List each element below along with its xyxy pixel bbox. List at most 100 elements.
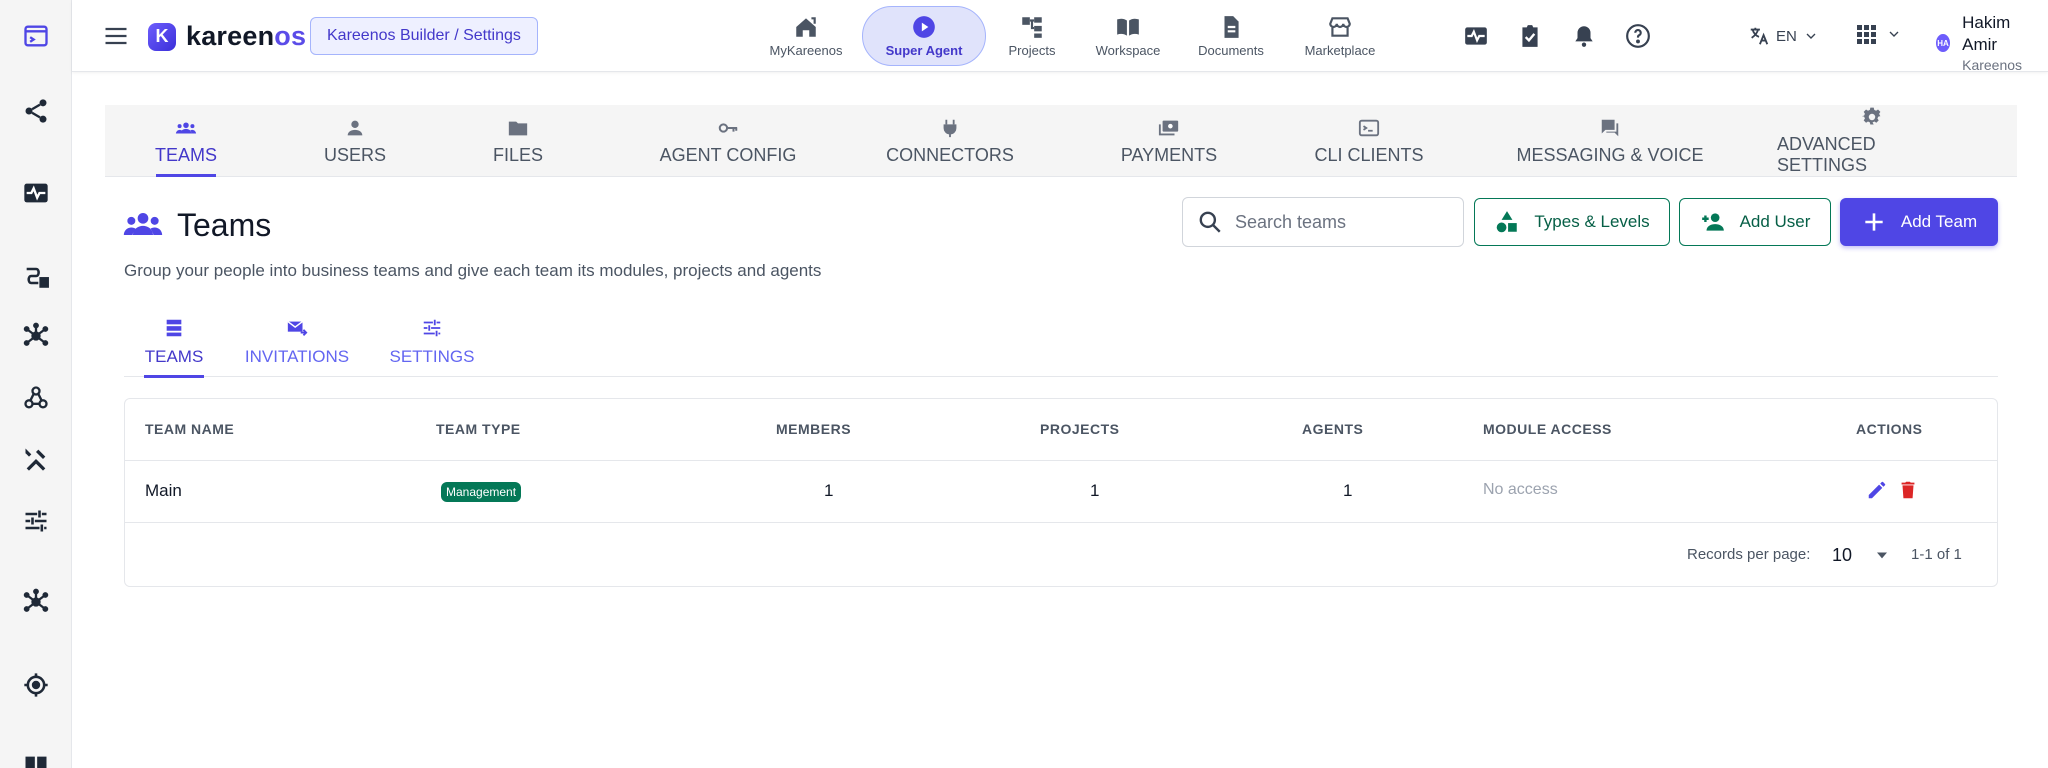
play-circle-icon [913, 16, 935, 38]
nav-label: Marketplace [1304, 43, 1376, 58]
subtab-teams[interactable]: TEAMS [144, 307, 204, 378]
table-header: TEAM NAME TEAM TYPE MEMBERS PROJECTS AGE… [125, 399, 1997, 461]
help-icon[interactable] [1624, 22, 1652, 50]
bell-icon[interactable] [1570, 22, 1598, 50]
network-icon[interactable] [18, 584, 54, 620]
list-icon [166, 319, 182, 337]
terminal-icon [1358, 119, 1380, 136]
left-rail [0, 0, 72, 768]
cell-team-name: Main [145, 481, 182, 500]
col-members[interactable]: MEMBERS [776, 421, 851, 437]
monitor-heart-icon[interactable] [18, 175, 54, 211]
chevron-down-icon [1806, 33, 1816, 39]
nav-projects[interactable]: Projects [992, 6, 1072, 66]
add-user-button[interactable]: Add User [1679, 198, 1831, 246]
translate-icon [1750, 27, 1769, 45]
groups-icon [123, 213, 163, 235]
nav-workspace[interactable]: Workspace [1086, 6, 1170, 66]
col-team-type[interactable]: TEAM TYPE [436, 421, 521, 437]
col-module-access[interactable]: MODULE ACCESS [1483, 421, 1612, 437]
webhook-icon[interactable] [18, 380, 54, 416]
plug-icon [943, 119, 957, 137]
tab-messaging-voice[interactable]: MESSAGING & VOICE [1500, 105, 1720, 177]
nav-label: Super Agent [885, 43, 963, 58]
tab-advanced-settings[interactable]: ADVANCED SETTINGS [1777, 105, 1967, 177]
routing-icon[interactable] [18, 258, 54, 294]
search-input[interactable] [1235, 211, 1435, 233]
tools-icon[interactable] [18, 441, 54, 477]
subtab-invitations[interactable]: INVITATIONS [244, 307, 350, 377]
target-icon[interactable] [18, 667, 54, 703]
storefront-icon [1329, 17, 1351, 37]
page-title-text: Teams [177, 206, 272, 243]
chevron-down-icon [1889, 31, 1899, 37]
subtab-label: SETTINGS [389, 347, 475, 366]
tab-users[interactable]: USERS [320, 105, 390, 177]
user-menu[interactable]: HA Hakim Amir Kareenos [1936, 12, 2048, 74]
shapes-icon [1497, 211, 1518, 233]
records-per-page-label: Records per page: [1687, 546, 1811, 563]
tab-payments[interactable]: PAYMENTS [1097, 105, 1241, 177]
nav-mykareenos[interactable]: MyKareenos [756, 6, 856, 66]
console-icon[interactable] [18, 18, 54, 54]
nav-marketplace[interactable]: Marketplace [1290, 6, 1390, 66]
tab-label: FILES [492, 144, 544, 165]
groups-icon [175, 122, 197, 133]
tab-label: CLI CLIENTS [1314, 144, 1424, 165]
teams-panel: Teams Group your people into business te… [105, 177, 2017, 768]
sliders-icon[interactable] [18, 503, 54, 539]
tab-label: ADVANCED SETTINGS [1777, 134, 1876, 175]
tab-label: TEAMS [155, 144, 218, 165]
apps-menu[interactable] [1854, 22, 1902, 46]
col-agents[interactable]: AGENTS [1302, 421, 1363, 437]
language-label: EN [1776, 27, 1797, 45]
tab-agent-config[interactable]: AGENT CONFIG [640, 105, 816, 177]
share-icon[interactable] [18, 93, 54, 129]
col-projects[interactable]: PROJECTS [1040, 421, 1119, 437]
delete-icon[interactable] [1897, 479, 1921, 503]
tab-label: AGENT CONFIG [659, 144, 797, 165]
document-icon [1224, 16, 1239, 38]
task-icon[interactable] [1516, 22, 1544, 50]
hub-icon[interactable] [18, 318, 54, 354]
logo-text: kareenos [186, 21, 307, 51]
tab-files[interactable]: FILES [487, 105, 549, 177]
person-icon [347, 120, 363, 135]
edit-icon[interactable] [1866, 479, 1890, 503]
nav-super-agent[interactable]: Super Agent [862, 6, 986, 66]
chat-icon [1601, 119, 1619, 136]
records-per-page-select[interactable]: 10 [1832, 541, 1892, 569]
tab-connectors[interactable]: CONNECTORS [870, 105, 1030, 177]
search-box[interactable] [1182, 197, 1464, 247]
app-logo[interactable]: K kareenos [148, 21, 306, 52]
breadcrumb[interactable]: Kareenos Builder / Settings [310, 17, 538, 55]
mail-send-icon [287, 320, 308, 336]
nav-documents[interactable]: Documents [1186, 6, 1276, 66]
button-label: Add User [1739, 212, 1811, 231]
subtab-settings[interactable]: SETTINGS [388, 307, 476, 377]
tab-label: USERS [323, 144, 386, 165]
logo-mark: K [148, 22, 176, 51]
pagination-range: 1-1 of 1 [1911, 546, 1962, 563]
language-selector[interactable]: EN [1748, 22, 1819, 50]
tune-icon [423, 319, 441, 337]
tab-cli-clients[interactable]: CLI CLIENTS [1293, 105, 1445, 177]
table-row[interactable]: Main Management 1 1 1 No access [125, 461, 1997, 523]
team-type-badge: Management [441, 482, 522, 502]
book-icon[interactable] [18, 748, 54, 768]
button-label: Types & Levels [1534, 212, 1650, 231]
monitor-heart-icon[interactable] [1462, 22, 1490, 50]
nav-label: Projects [1008, 43, 1056, 58]
cell-members: 1 [824, 481, 834, 500]
types-levels-button[interactable]: Types & Levels [1474, 198, 1670, 246]
menu-icon[interactable] [102, 22, 130, 50]
button-label: Add Team [1900, 212, 1978, 231]
cell-agents: 1 [1343, 481, 1353, 500]
col-actions: ACTIONS [1856, 421, 1923, 437]
subtab-label: INVITATIONS [244, 347, 350, 366]
tab-teams[interactable]: TEAMS [155, 105, 218, 177]
payments-icon [1158, 120, 1179, 135]
add-team-button[interactable]: Add Team [1840, 198, 1998, 246]
col-team-name[interactable]: TEAM NAME [145, 421, 234, 437]
caret-down-icon [1877, 552, 1887, 559]
